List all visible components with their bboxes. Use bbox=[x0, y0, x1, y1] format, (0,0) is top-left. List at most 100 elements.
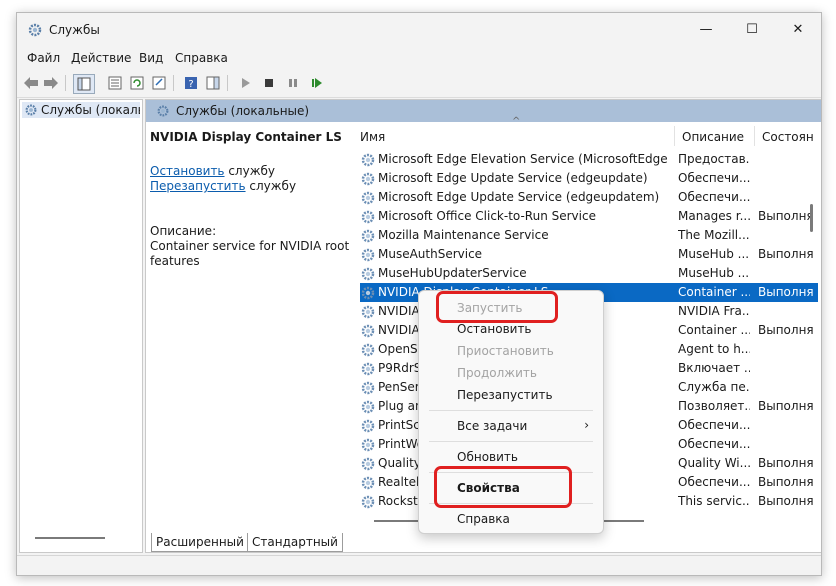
menu-resume[interactable]: Продолжить bbox=[419, 362, 603, 384]
console-tree-icon[interactable] bbox=[73, 74, 95, 94]
service-description: Manages r... bbox=[678, 209, 750, 223]
table-row[interactable]: MuseHubUpdaterService MuseHub ... bbox=[360, 264, 818, 283]
service-description: Обеспечи... bbox=[678, 475, 750, 489]
maximize-button[interactable]: ☐ bbox=[729, 13, 775, 47]
service-gear-icon bbox=[361, 172, 375, 186]
service-name: Mozilla Maintenance Service bbox=[378, 228, 549, 242]
column-description[interactable]: Описание bbox=[682, 130, 744, 144]
service-gear-icon bbox=[361, 229, 375, 243]
service-status: Выполня bbox=[758, 399, 814, 413]
menu-file[interactable]: Файл bbox=[27, 51, 60, 65]
column-name[interactable]: Имя bbox=[360, 130, 385, 144]
view-tabs: Расширенный Стандартный bbox=[145, 531, 445, 553]
description-panel: NVIDIA Display Container LS Остановить с… bbox=[150, 130, 350, 269]
menu-view[interactable]: Вид bbox=[139, 51, 163, 65]
service-gear-icon bbox=[361, 210, 375, 224]
services-gear-icon bbox=[25, 104, 37, 116]
action-pane-icon[interactable] bbox=[203, 74, 223, 92]
table-row[interactable]: Microsoft Edge Elevation Service (Micros… bbox=[360, 150, 818, 169]
menu-help-label: Справка bbox=[457, 512, 510, 526]
service-gear-icon bbox=[361, 381, 375, 395]
tab-standard[interactable]: Стандартный bbox=[247, 533, 343, 552]
service-name: MuseAuthService bbox=[378, 247, 483, 261]
service-description: Включает ... bbox=[678, 361, 750, 375]
service-description: Позволяет... bbox=[678, 399, 750, 413]
svg-text:?: ? bbox=[188, 79, 193, 90]
pane-header-title: Службы (локальные) bbox=[176, 104, 310, 118]
restart-service-link[interactable]: Перезапустить bbox=[150, 179, 246, 193]
menu-bar: Файл Действие Вид Справка bbox=[17, 47, 821, 69]
service-status: Выполня bbox=[758, 209, 814, 223]
forward-arrow-icon[interactable] bbox=[41, 74, 61, 92]
menu-resume-label: Продолжить bbox=[457, 366, 537, 380]
service-gear-icon bbox=[361, 495, 375, 509]
table-row[interactable]: Microsoft Edge Update Service (edgeupdat… bbox=[360, 188, 818, 207]
service-description: Обеспечи... bbox=[678, 418, 750, 432]
export-list-icon[interactable] bbox=[149, 74, 169, 92]
start-service-icon[interactable] bbox=[235, 74, 255, 92]
service-description: Обеспечи... bbox=[678, 171, 750, 185]
service-gear-icon bbox=[361, 438, 375, 452]
service-description: This servic... bbox=[678, 494, 750, 508]
menu-restart-label: Перезапустить bbox=[457, 388, 553, 402]
back-arrow-icon[interactable] bbox=[21, 74, 41, 92]
minimize-button[interactable]: — bbox=[683, 13, 729, 47]
help-icon[interactable]: ? bbox=[181, 74, 201, 92]
console-tree: Службы (локалы bbox=[19, 99, 143, 553]
service-description: The Mozill... bbox=[678, 228, 750, 242]
service-status: Выполня bbox=[758, 494, 814, 508]
restart-link-suffix: службу bbox=[245, 179, 297, 193]
table-row[interactable]: Microsoft Office Click-to-Run Service Man… bbox=[360, 207, 818, 226]
properties-list-icon[interactable] bbox=[105, 74, 125, 92]
stop-service-link[interactable]: Остановить bbox=[150, 164, 225, 178]
tree-item-label: Службы (локалы bbox=[41, 103, 140, 117]
close-button[interactable]: ✕ bbox=[775, 13, 821, 47]
status-bar bbox=[17, 555, 821, 575]
menu-restart[interactable]: Перезапустить bbox=[419, 384, 603, 406]
service-status: Выполня bbox=[758, 475, 814, 489]
services-gear-icon bbox=[28, 23, 42, 37]
tree-item-services[interactable]: Службы (локалы bbox=[22, 102, 140, 118]
menu-help-item[interactable]: Справка bbox=[419, 508, 603, 530]
service-gear-icon bbox=[361, 267, 375, 281]
description-text-line-2: features bbox=[150, 254, 200, 268]
menu-refresh[interactable]: Обновить bbox=[419, 446, 603, 468]
service-description: Обеспечи... bbox=[678, 437, 750, 451]
toolbar: ? bbox=[17, 69, 821, 98]
service-status: Выполня bbox=[758, 285, 814, 299]
list-vertical-scrollbar[interactable] bbox=[810, 204, 813, 232]
service-gear-icon bbox=[361, 457, 375, 471]
menu-action[interactable]: Действие bbox=[71, 51, 131, 65]
tree-scrollbar[interactable] bbox=[35, 537, 105, 539]
selected-service-title: NVIDIA Display Container LS bbox=[150, 130, 342, 144]
title-bar: Службы — ☐ ✕ bbox=[17, 13, 821, 47]
chevron-right-icon: › bbox=[584, 418, 589, 432]
description-label: Описание: bbox=[150, 224, 217, 238]
stop-link-suffix: службу bbox=[224, 164, 276, 178]
tab-extended[interactable]: Расширенный bbox=[151, 533, 249, 552]
refresh-icon[interactable] bbox=[127, 74, 147, 92]
service-description: Предостав... bbox=[678, 152, 750, 166]
menu-pause[interactable]: Приостановить bbox=[419, 340, 603, 362]
restart-service-icon[interactable] bbox=[307, 74, 327, 92]
menu-refresh-label: Обновить bbox=[457, 450, 518, 464]
table-row[interactable]: MuseAuthService MuseHub ... Выполня bbox=[360, 245, 818, 264]
service-name: Microsoft Office Click-to-Run Service bbox=[378, 209, 596, 223]
pause-service-icon[interactable] bbox=[283, 74, 303, 92]
service-description: Quality Wi... bbox=[678, 456, 750, 470]
service-description: Agent to h... bbox=[678, 342, 750, 356]
table-row[interactable]: Microsoft Edge Update Service (edgeupdat… bbox=[360, 169, 818, 188]
service-status: Выполня bbox=[758, 456, 814, 470]
pane-header: Службы (локальные) bbox=[146, 100, 821, 122]
sort-ascending-icon: ^ bbox=[512, 116, 521, 127]
table-row[interactable]: Mozilla Maintenance Service The Mozill... bbox=[360, 226, 818, 245]
menu-all-tasks[interactable]: Все задачи › bbox=[419, 415, 603, 437]
menu-pause-label: Приостановить bbox=[457, 344, 554, 358]
properties-highlight-box bbox=[434, 466, 572, 508]
menu-help[interactable]: Справка bbox=[175, 51, 228, 65]
column-status[interactable]: Состоян bbox=[762, 130, 814, 144]
service-gear-icon bbox=[361, 419, 375, 433]
service-gear-icon bbox=[361, 476, 375, 490]
service-status: Выполня bbox=[758, 247, 814, 261]
stop-service-icon[interactable] bbox=[259, 74, 279, 92]
